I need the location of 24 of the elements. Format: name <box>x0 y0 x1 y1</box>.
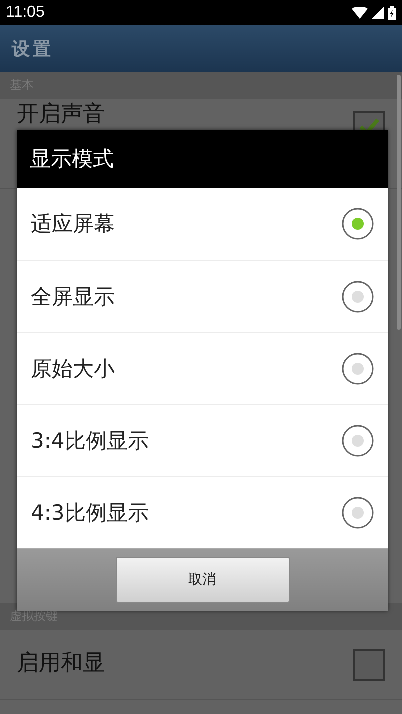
option-label: 原始大小 <box>31 356 115 382</box>
radio-button[interactable] <box>342 496 374 528</box>
radio-button[interactable] <box>342 208 374 240</box>
cancel-button[interactable]: 取消 <box>116 557 290 603</box>
option-label: 3:4比例显示 <box>31 428 149 454</box>
wifi-icon <box>352 6 368 18</box>
dialog-title: 显示模式 <box>17 130 388 188</box>
setting-title: 启用和显 <box>17 652 105 677</box>
app-title: 设置 <box>12 38 54 60</box>
signal-icon <box>372 6 384 18</box>
radio-button[interactable] <box>342 424 374 456</box>
option-row[interactable]: 3:4比例显示 <box>17 404 388 476</box>
option-row[interactable]: 原始大小 <box>17 332 388 404</box>
option-label: 4:3比例显示 <box>31 500 149 526</box>
clock: 11:05 <box>6 4 45 22</box>
option-label: 全屏显示 <box>31 284 115 310</box>
battery-icon <box>388 6 396 20</box>
radio-button[interactable] <box>342 352 374 384</box>
option-row[interactable]: 适应屏幕 <box>17 188 388 260</box>
radio-button[interactable] <box>342 280 374 312</box>
setting-title: 开启声音 <box>17 103 105 128</box>
checkbox[interactable] <box>353 648 385 680</box>
option-label: 适应屏幕 <box>31 211 115 238</box>
option-row[interactable]: 全屏显示 <box>17 260 388 332</box>
